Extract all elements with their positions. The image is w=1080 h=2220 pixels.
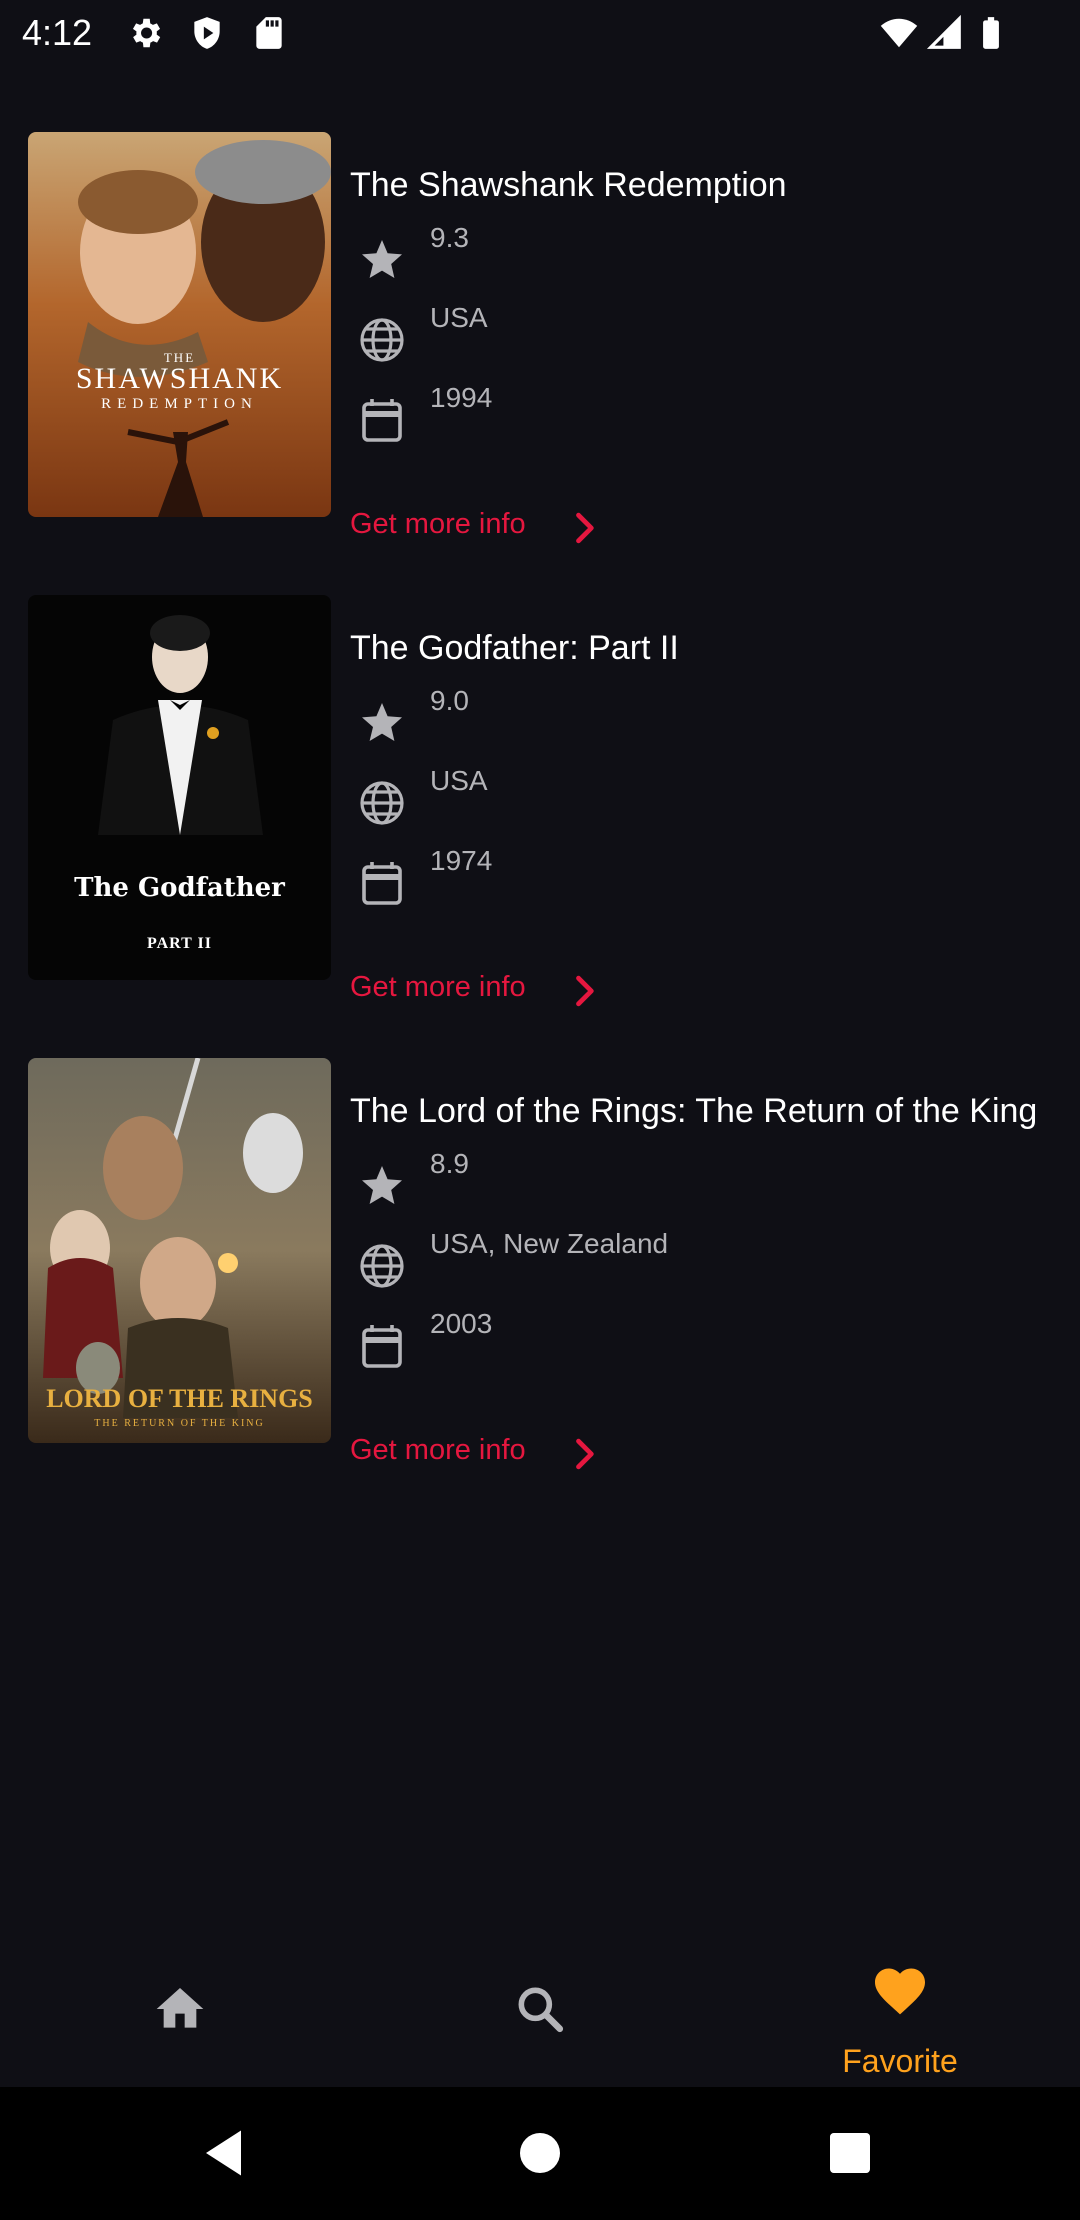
heart-icon [875, 1968, 925, 2015]
movie-poster[interactable]: LORD OF THE RINGS THE RETURN OF THE KING [28, 1058, 331, 1443]
chevron-right-icon [576, 1438, 594, 1470]
star-icon [362, 240, 402, 278]
status-time: 4:12 [22, 12, 93, 53]
rating-row: 8.9 [350, 1148, 1050, 1224]
nav-home[interactable] [0, 1925, 360, 2087]
calendar-icon [362, 862, 402, 905]
get-more-info-link[interactable]: Get more info [350, 1432, 610, 1476]
rating-value: 8.9 [430, 1148, 469, 1179]
search-icon [518, 1987, 564, 2033]
country-row: USA [350, 302, 1050, 378]
country-value: USA, New Zealand [430, 1228, 669, 1259]
poster-caption: SHAWSHANK [75, 362, 284, 395]
movie-poster[interactable]: The Godfather PART II [28, 595, 331, 980]
movie-poster[interactable]: THE SHAWSHANK REDEMPTION [28, 132, 331, 517]
poster-image [28, 132, 331, 517]
calendar-icon [362, 1325, 402, 1368]
get-more-info-link[interactable]: Get more info [350, 969, 610, 1013]
country-row: USA [350, 765, 1050, 841]
star-icon [362, 703, 402, 741]
shield-icon [194, 17, 220, 49]
rating-value: 9.3 [430, 222, 469, 253]
get-more-info-label: Get more info [350, 971, 526, 1003]
movie-title: The Godfather: Part II [350, 629, 679, 667]
battery-icon [983, 17, 999, 49]
wifi-icon [880, 18, 918, 48]
signal-icon [926, 14, 961, 49]
poster-image [28, 595, 331, 980]
globe-icon [360, 781, 404, 825]
country-value: USA [430, 302, 488, 333]
status-bar: 4:12 [0, 0, 1080, 66]
movie-title: The Shawshank Redemption [350, 166, 787, 204]
rating-value: 9.0 [430, 685, 469, 716]
year-row: 1994 [350, 382, 1050, 458]
globe-icon [360, 1244, 404, 1288]
chevron-right-icon [576, 975, 594, 1007]
nav-favorite-label: Favorite [842, 2043, 958, 2079]
globe-icon [360, 318, 404, 362]
get-more-info-label: Get more info [350, 508, 526, 540]
poster-subcaption: THE RETURN OF THE KING [94, 1418, 265, 1429]
movie-card[interactable]: THE SHAWSHANK REDEMPTION The Shawshank R… [0, 132, 1080, 595]
nav-search[interactable] [360, 1925, 720, 2087]
year-value: 2003 [430, 1308, 493, 1339]
poster-subcaption: PART II [147, 935, 212, 952]
movie-card[interactable]: LORD OF THE RINGS THE RETURN OF THE KING… [0, 1058, 1080, 1521]
home-circle-icon[interactable] [510, 2123, 570, 2183]
sd-card-icon [256, 17, 282, 49]
system-navigation-bar [0, 2087, 1080, 2220]
country-row: USA, New Zealand [350, 1228, 1050, 1304]
calendar-icon [362, 399, 402, 442]
chevron-right-icon [576, 512, 594, 544]
get-more-info-label: Get more info [350, 1434, 526, 1466]
country-value: USA [430, 765, 488, 796]
poster-subcaption: REDEMPTION [101, 396, 258, 412]
get-more-info-link[interactable]: Get more info [350, 506, 610, 550]
year-value: 1974 [430, 845, 493, 876]
back-icon[interactable] [196, 2123, 256, 2183]
nav-favorite[interactable]: Favorite [720, 1925, 1080, 2087]
poster-caption: LORD OF THE RINGS [46, 1384, 313, 1413]
movie-title: The Lord of the Rings: The Return of the… [350, 1092, 1038, 1130]
recents-icon[interactable] [820, 2123, 880, 2183]
rating-row: 9.3 [350, 222, 1050, 298]
home-icon [156, 1988, 204, 2028]
year-value: 1994 [430, 382, 493, 413]
year-row: 2003 [350, 1308, 1050, 1384]
movie-card[interactable]: The Godfather PART II The Godfather: Par… [0, 595, 1080, 1058]
year-row: 1974 [350, 845, 1050, 921]
bottom-navigation: Favorite [0, 1925, 1080, 2087]
gear-icon [132, 18, 161, 48]
rating-row: 9.0 [350, 685, 1050, 761]
star-icon [362, 1166, 402, 1204]
poster-caption: The Godfather [74, 873, 285, 903]
